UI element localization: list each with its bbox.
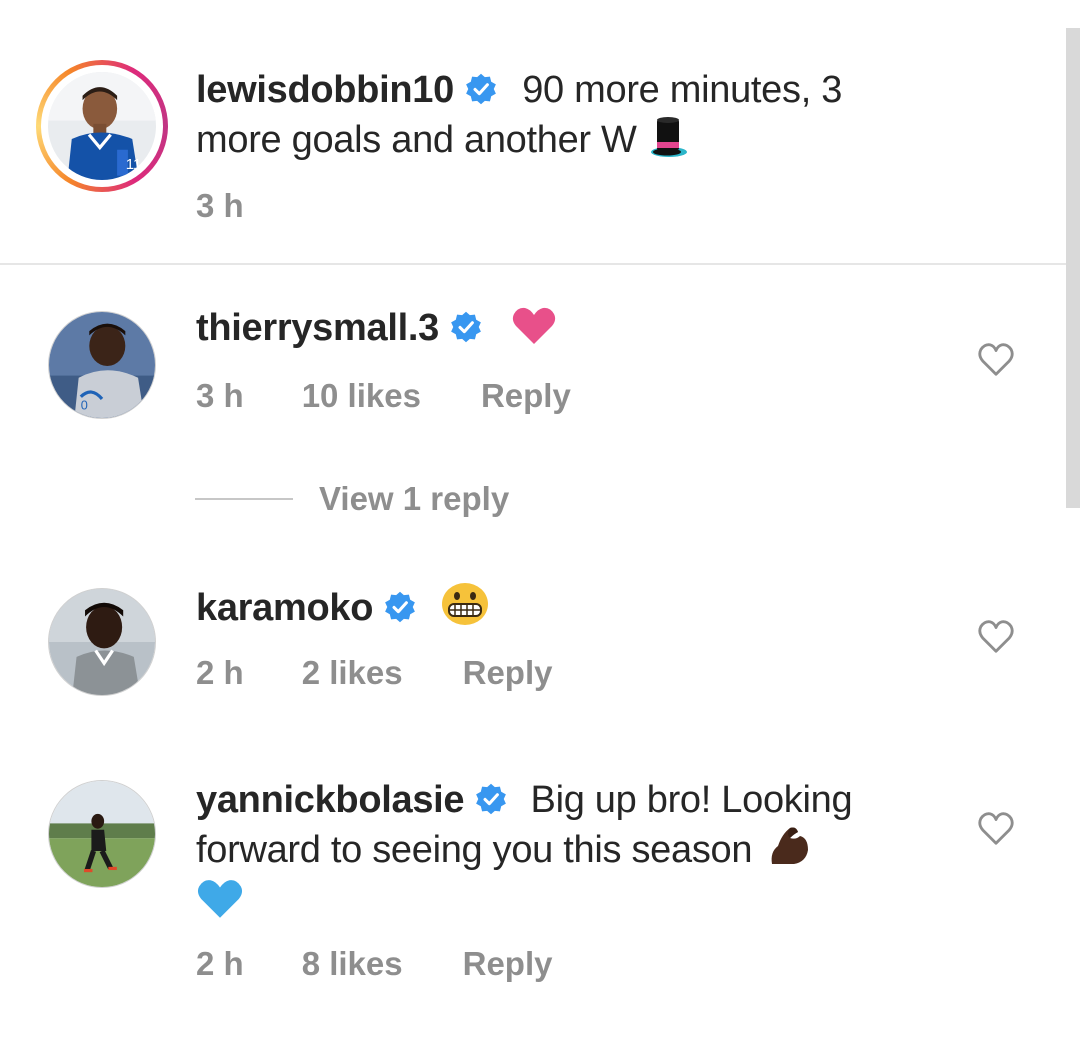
comment-meta: 2 h 8 likes Reply [196,944,552,984]
comment-meta: 3 h 10 likes Reply [196,376,571,416]
comment-username[interactable]: thierrysmall.3 [196,307,439,349]
comment-username[interactable]: yannickbolasie [196,779,465,821]
caption-meta: 3 h [196,186,244,226]
reply-button[interactable]: Reply [463,944,553,984]
comment-text-line1: Big up bro! Looking [530,779,853,821]
comment-likes[interactable]: 2 likes [302,653,403,693]
scrollbar[interactable] [1066,28,1080,508]
grimacing-face-icon [441,582,489,626]
comment-timestamp: 2 h [196,654,244,691]
svg-text:0: 0 [81,398,88,413]
heart-outline-icon[interactable] [977,342,1015,378]
heart-outline-icon[interactable] [977,811,1015,847]
comment-username[interactable]: karamoko [196,587,373,629]
flexed-biceps-icon [766,824,812,868]
story-ring-avatar[interactable]: 11 [36,60,168,192]
verified-badge-icon [474,782,508,816]
comment-body: karamoko [196,582,956,632]
reply-button[interactable]: Reply [463,653,553,693]
view-replies-label[interactable]: View 1 reply [319,480,509,518]
pink-heart-icon [511,306,557,346]
comment-body: yannickbolasie Big up bro! Looking forwa… [196,776,996,922]
verified-badge-icon [464,72,498,106]
avatar[interactable]: 11 [48,72,156,180]
view-replies-button[interactable]: View 1 reply [195,480,509,524]
comment-timestamp: 3 h [196,377,244,414]
caption-text-line1: 90 more minutes, 3 [522,69,843,111]
reply-button[interactable]: Reply [481,376,571,416]
caption-timestamp: 3 h [196,187,244,224]
caption-divider [0,263,1066,265]
top-hat-icon [645,114,689,158]
caption-username[interactable]: lewisdobbin10 [196,69,454,111]
caption-text-line2: more goals and another W [196,119,637,161]
verified-badge-icon [383,590,417,624]
comment-meta: 2 h 2 likes Reply [196,653,552,693]
comment-timestamp: 2 h [196,945,244,982]
comment-avatar[interactable]: 0 [48,311,156,419]
verified-badge-icon [449,310,483,344]
caption-text: lewisdobbin10 90 more minutes, 3 more go… [196,66,1036,164]
comment-avatar[interactable] [48,588,156,696]
comment-avatar[interactable] [48,780,156,888]
heart-outline-icon[interactable] [977,619,1015,655]
comment-text-line2: forward to seeing you this season [196,829,753,871]
blue-heart-icon [196,878,244,920]
comment-body: thierrysmall.3 [196,304,956,352]
post-caption: 11 lewisdobbin10 90 more minutes, 3 more… [0,0,1066,264]
reply-thread-line [195,498,293,500]
comment-likes[interactable]: 8 likes [302,944,403,984]
comment-likes[interactable]: 10 likes [302,376,421,416]
